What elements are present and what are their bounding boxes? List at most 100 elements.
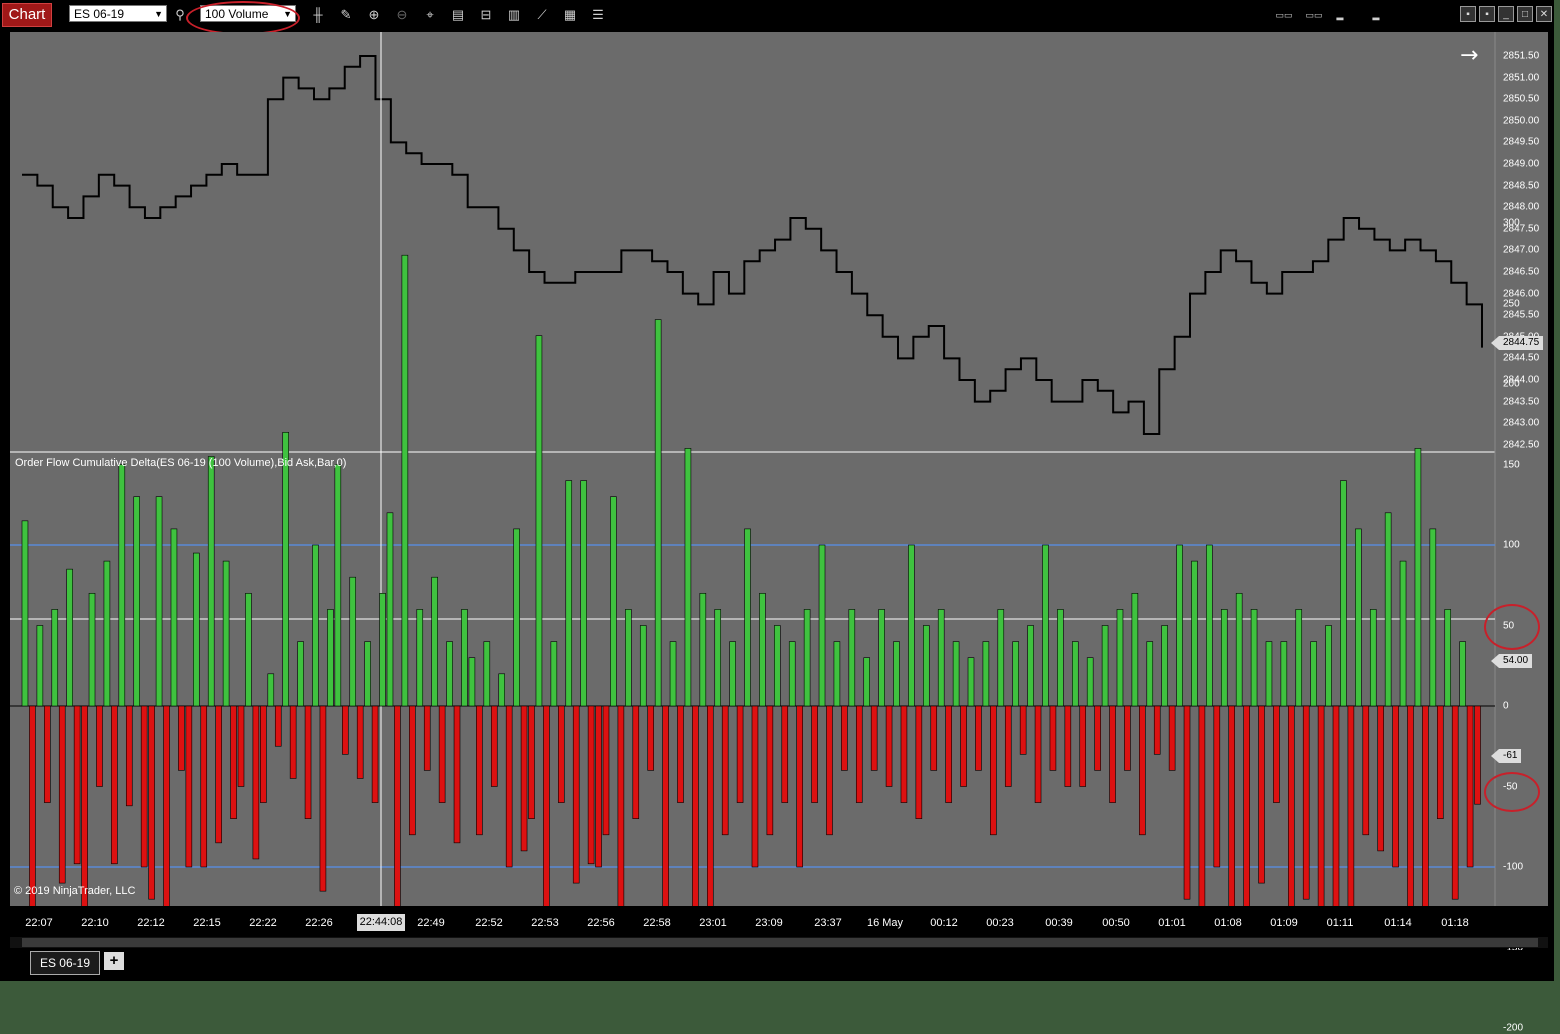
drawing-tools-icon[interactable]: ⟋ <box>532 5 552 25</box>
delta-bar-up <box>401 254 409 707</box>
time-tick-label: 22:07 <box>25 917 53 929</box>
maximize-icon[interactable]: □ <box>1517 6 1533 22</box>
price-tick-label: 2848.50 <box>1503 180 1540 192</box>
delta-bar-up <box>483 641 491 707</box>
restore-icon[interactable]: ▪ <box>1460 6 1476 22</box>
delta-bar-down <box>125 705 133 807</box>
delta-bar-down <box>1392 705 1399 868</box>
delta-bar-down <box>736 705 744 803</box>
properties-icon[interactable]: ⊟ <box>476 5 496 25</box>
delta-bar-down <box>602 705 610 836</box>
delta-bar-up <box>669 641 677 707</box>
time-tick-label: 00:39 <box>1045 917 1073 929</box>
add-tab-button[interactable]: + <box>104 952 124 970</box>
restore-icon[interactable]: ▪ <box>1479 6 1495 22</box>
delta-bar-down <box>1422 705 1429 906</box>
horizontal-scrollbar[interactable] <box>10 937 1548 948</box>
indicator-tick-label: 200 <box>1503 378 1520 390</box>
delta-bar-up <box>684 448 692 707</box>
delta-bar-up <box>580 480 587 707</box>
layout-icon[interactable]: ▭▭ <box>1274 5 1294 25</box>
delta-bar-up <box>103 560 111 707</box>
delta-bar-up <box>468 657 476 707</box>
delta-bar-up <box>1012 641 1019 707</box>
delta-bar-down <box>558 705 565 803</box>
indicators-list-icon[interactable]: ☰ <box>588 5 608 25</box>
time-tick-label: 00:12 <box>930 917 958 929</box>
delta-bar-down <box>528 705 535 819</box>
layout-icon[interactable]: ▂ <box>1330 5 1350 25</box>
delta-bar-down <box>1362 705 1370 836</box>
delta-bar-down <box>617 705 625 906</box>
tab-es-06-19[interactable]: ES 06-19 <box>30 951 100 975</box>
templates-icon[interactable]: ▦ <box>560 5 580 25</box>
minimize-icon[interactable]: _ <box>1498 6 1514 22</box>
price-tick-label: 2849.50 <box>1503 136 1540 148</box>
delta-bar-down <box>260 705 267 803</box>
delta-bar-down <box>148 705 155 900</box>
draw-pencil-icon[interactable]: ✎ <box>336 5 356 25</box>
delta-bar-down <box>200 705 208 868</box>
delta-bar-down <box>796 705 803 868</box>
delta-bar-up <box>1250 609 1258 707</box>
delta-bar-down <box>1466 705 1474 868</box>
delta-bar-down <box>870 705 878 771</box>
delta-bar-up <box>513 528 520 707</box>
delta-bar-down <box>915 705 923 819</box>
delta-bar-up <box>1146 641 1154 707</box>
delta-bar-down <box>1273 705 1280 803</box>
delta-bar-down <box>274 705 282 747</box>
data-box-icon[interactable]: ▤ <box>448 5 468 25</box>
delta-bar-up <box>327 609 334 707</box>
app-title[interactable]: Chart <box>2 3 52 27</box>
strategies-icon[interactable]: ▥ <box>504 5 524 25</box>
delta-bar-down <box>409 705 416 836</box>
delta-bar-up <box>379 592 386 707</box>
delta-bar-up <box>334 464 342 707</box>
indicator-tick-label: 0 <box>1503 700 1509 712</box>
delta-bar-up <box>729 641 736 707</box>
delta-bar-down <box>885 705 893 787</box>
delta-bar-up <box>364 641 371 707</box>
delta-bar-up <box>1131 592 1139 707</box>
delta-bar-down <box>677 705 684 803</box>
delta-bar-down <box>73 705 81 865</box>
delta-bar-down <box>543 705 550 906</box>
delta-bar-down <box>96 705 103 787</box>
delta-bar-down <box>58 705 66 884</box>
chart-plot-area[interactable]: → <box>10 32 1548 906</box>
zoom-out-icon[interactable]: ⊖ <box>392 5 412 25</box>
zoom-in-icon[interactable]: ⊕ <box>364 5 384 25</box>
delta-bar-down <box>1332 705 1340 906</box>
delta-bar-up <box>1191 560 1198 707</box>
delta-bar-down <box>453 705 461 844</box>
time-tick-label: 23:01 <box>699 917 727 929</box>
layout-icon[interactable]: ▂ <box>1366 5 1386 25</box>
delta-bar-up <box>36 625 44 707</box>
delta-bar-up <box>625 609 632 707</box>
time-tick-label: 01:09 <box>1270 917 1298 929</box>
delta-bar-up <box>1295 609 1303 707</box>
delta-bar-down <box>1079 705 1087 787</box>
delta-bar-down <box>1109 705 1116 803</box>
scrollbar-thumb[interactable] <box>22 938 1538 947</box>
delta-bar-up <box>1414 448 1422 707</box>
delta-bar-up <box>639 625 647 707</box>
delta-bar-down <box>1451 705 1459 900</box>
delta-bar-up <box>267 673 275 707</box>
bar-style-icon[interactable]: ╫ <box>308 5 328 25</box>
delta-bar-up <box>1369 609 1377 707</box>
delta-bar-down <box>44 705 51 803</box>
delta-bar-up <box>788 641 796 707</box>
delta-bar-down <box>185 705 193 868</box>
crosshair-icon[interactable]: ⌖ <box>420 5 440 25</box>
delta-bar-down <box>81 705 88 906</box>
delta-bar-down <box>975 705 982 771</box>
instrument-select[interactable]: ES 06-19 ▼ <box>69 5 167 22</box>
close-icon[interactable]: ✕ <box>1536 6 1552 22</box>
delta-bar-down <box>990 705 997 836</box>
layout-icon[interactable]: ▭▭ <box>1304 5 1324 25</box>
price-tick-label: 2851.50 <box>1503 50 1540 62</box>
delta-bar-up <box>1325 625 1332 707</box>
delta-bar-up <box>1235 592 1243 707</box>
